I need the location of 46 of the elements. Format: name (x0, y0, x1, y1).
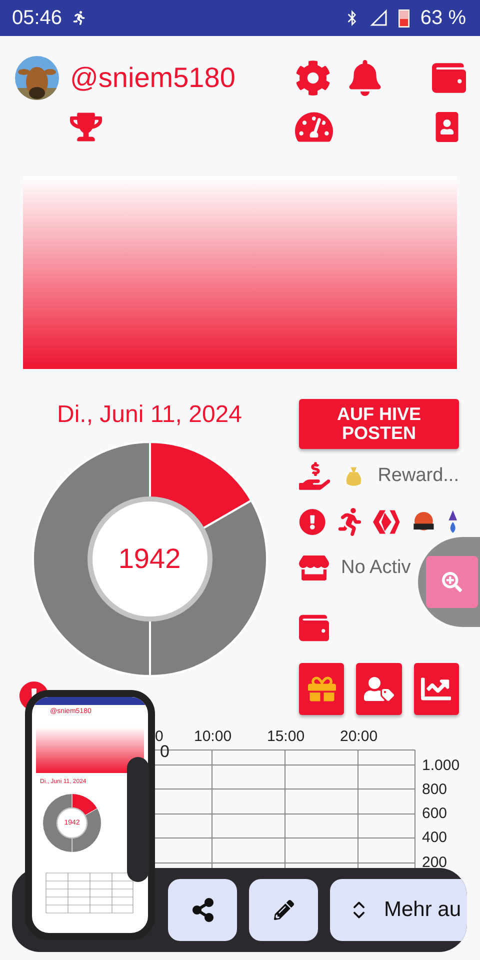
gadget-text: No Activ (341, 557, 411, 579)
hand-dollar-icon[interactable] (299, 460, 330, 492)
more-button[interactable]: Mehr au (330, 879, 467, 941)
runner-icon (72, 11, 86, 25)
x-axis-label: 15:00 (267, 728, 305, 745)
date-label: Di., Juni 11, 2024 (56, 401, 242, 429)
zoom-button[interactable] (426, 556, 478, 608)
drop-icon (447, 508, 460, 536)
settings-icon[interactable] (295, 60, 331, 96)
store-icon[interactable] (299, 553, 329, 583)
wallet-icon[interactable] (299, 613, 329, 643)
hexagon-logo-icon (373, 508, 400, 536)
share-icon (190, 898, 214, 922)
username: @sniem5180 (70, 62, 236, 94)
x-axis-label: 20:00 (340, 728, 378, 745)
gift-icon (308, 675, 336, 703)
battery-icon (398, 8, 410, 28)
thumbnail-controls[interactable] (127, 757, 149, 882)
avatar[interactable] (15, 56, 59, 100)
runner-icon (338, 508, 362, 536)
user-tag-button[interactable] (356, 663, 402, 715)
y-axis-label: 400 (422, 829, 448, 846)
y-axis-label: 800 (422, 781, 448, 798)
y-axis-label: 600 (422, 805, 448, 822)
signal-icon (370, 9, 388, 27)
y-axis-label: 200 (422, 854, 448, 871)
share-button[interactable] (168, 879, 237, 941)
notification-icon[interactable] (347, 60, 383, 96)
status-time: 05:46 (12, 6, 62, 30)
user-tag-icon (364, 674, 394, 704)
y-axis-label: 1.000 (422, 757, 460, 774)
trophy-icon[interactable] (70, 111, 102, 143)
x-axis-label: 0 (155, 728, 164, 745)
edit-icon (274, 900, 294, 920)
wallet-icon[interactable] (432, 61, 466, 95)
zoom-in-icon (442, 572, 462, 592)
donut-value: 1942 (118, 543, 181, 575)
reward-text: Reward... (378, 465, 459, 487)
donut-drawing (42, 793, 102, 853)
battery-percent: 63 % (420, 6, 466, 30)
post-button[interactable]: AUF HIVE POSTEN (299, 399, 459, 449)
edit-button[interactable] (249, 879, 318, 941)
gift-button[interactable] (299, 663, 344, 715)
chart-button[interactable] (414, 663, 459, 715)
axis-label: 0 (160, 742, 170, 762)
x-axis-label: 10:00 (194, 728, 232, 745)
